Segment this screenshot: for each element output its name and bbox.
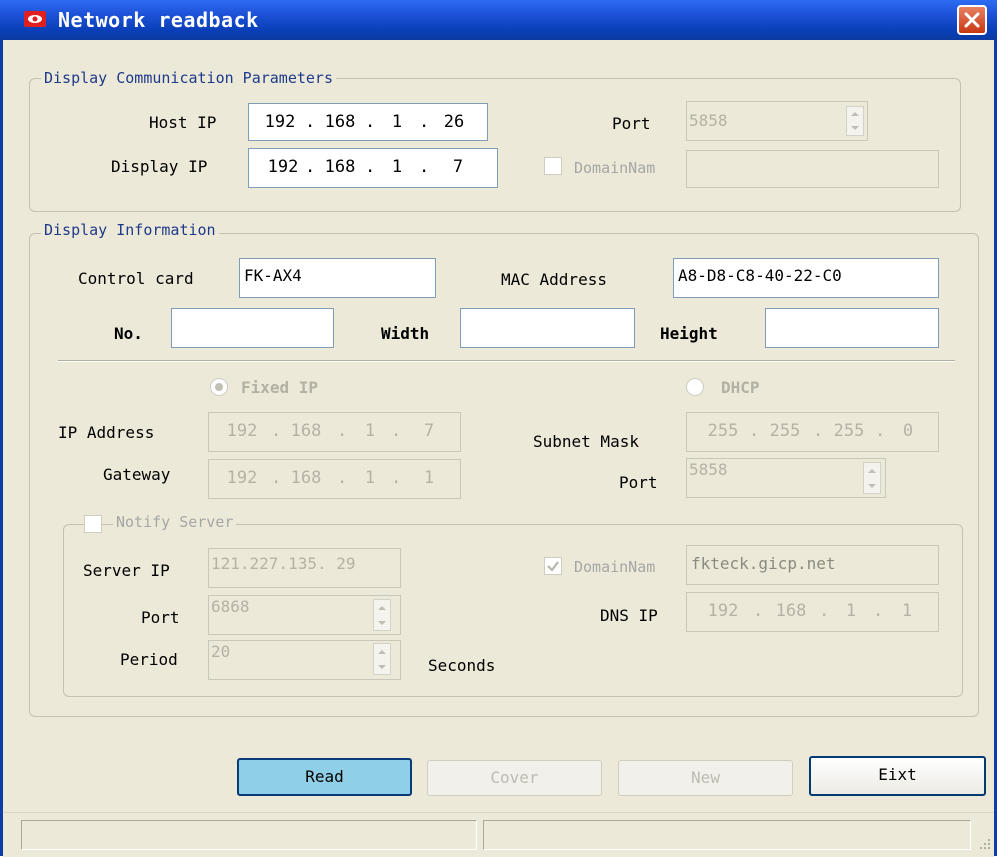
gateway-field[interactable]: 192 . 168 . 1 . 1 [208,459,461,499]
network-readback-window: Network readback Display Communication P… [0,0,997,857]
width-label: Width [381,324,430,343]
server-ip-input[interactable]: 121.227.135. 29 [208,548,401,588]
status-bar [3,812,994,857]
period-label: Period [120,650,178,669]
domain-name-checkbox[interactable] [544,157,562,175]
title-bar: Network readback [0,0,997,40]
mac-address-label: MAC Address [501,270,607,289]
exit-button[interactable]: Eixt [809,756,986,796]
resize-grip-icon [980,839,990,849]
notify-port-spinner[interactable] [373,599,391,631]
no-input[interactable] [171,308,334,348]
dns-ip-field[interactable]: 192 . 168 . 1 . 1 [686,592,939,632]
app-icon [24,11,46,27]
info-port-input[interactable]: 5858 [686,458,886,498]
new-button[interactable]: New [618,760,793,796]
display-ip-field[interactable]: 192 . 168 . 1 . 7 [248,148,498,188]
display-ip-selected-octet: 192 [267,157,299,177]
notify-server-legend: Notify Server [113,513,237,531]
communication-parameters-group [29,78,961,212]
notify-port-label: Port [141,608,180,627]
close-icon [964,12,980,28]
display-ip-label: Display IP [111,157,208,176]
notify-domain-checkbox[interactable] [544,557,562,575]
server-ip-label: Server IP [83,561,170,580]
status-panel-left [21,820,477,850]
communication-parameters-legend: Display Communication Parameters [41,69,336,87]
height-input[interactable] [765,308,939,348]
dhcp-radio[interactable] [686,378,704,396]
domain-name-input[interactable] [686,150,939,188]
comm-port-label: Port [612,114,651,133]
read-button[interactable]: Read [237,758,412,796]
host-ip-field[interactable]: 192 . 168 . 1 . 26 [248,103,488,141]
info-port-label: Port [619,473,658,492]
seconds-label: Seconds [428,656,496,675]
info-port-spinner[interactable] [863,462,881,494]
fixed-ip-radio[interactable] [210,378,228,396]
control-card-input[interactable]: FK-AX4 [239,258,436,298]
checkmark-icon [547,561,559,572]
host-ip-label: Host IP [149,113,217,132]
comm-port-spinner[interactable] [846,106,864,136]
window-title: Network readback [58,8,259,32]
fixed-ip-label: Fixed IP [241,378,319,397]
subnet-mask-field[interactable]: 255 . 255 . 255 . 0 [686,412,939,452]
control-card-label: Control card [78,269,194,288]
mac-address-input[interactable]: A8-D8-C8-40-22-C0 [673,258,939,298]
no-label: No. [114,324,143,343]
height-label: Height [660,324,718,343]
dns-ip-label: DNS IP [600,606,658,625]
section-divider [58,360,955,362]
gateway-label: Gateway [103,465,171,484]
period-spinner[interactable] [373,643,391,675]
domain-name-label: DomainNam [574,159,656,177]
ip-address-field[interactable]: 192 . 168 . 1 . 7 [208,412,461,452]
comm-port-input[interactable]: 5858 [686,101,868,141]
subnet-mask-label: Subnet Mask [533,432,639,451]
display-information-legend: Display Information [41,221,219,239]
notify-server-checkbox[interactable] [84,515,102,533]
ip-address-label: IP Address [58,423,155,442]
close-button[interactable] [957,5,987,35]
cover-button[interactable]: Cover [427,760,602,796]
dhcp-label: DHCP [721,378,760,397]
notify-domain-input[interactable]: fkteck.gicp.net [686,545,939,585]
notify-domain-label: DomainNam [574,558,656,576]
status-panel-right [483,820,971,850]
width-input[interactable] [460,308,635,348]
